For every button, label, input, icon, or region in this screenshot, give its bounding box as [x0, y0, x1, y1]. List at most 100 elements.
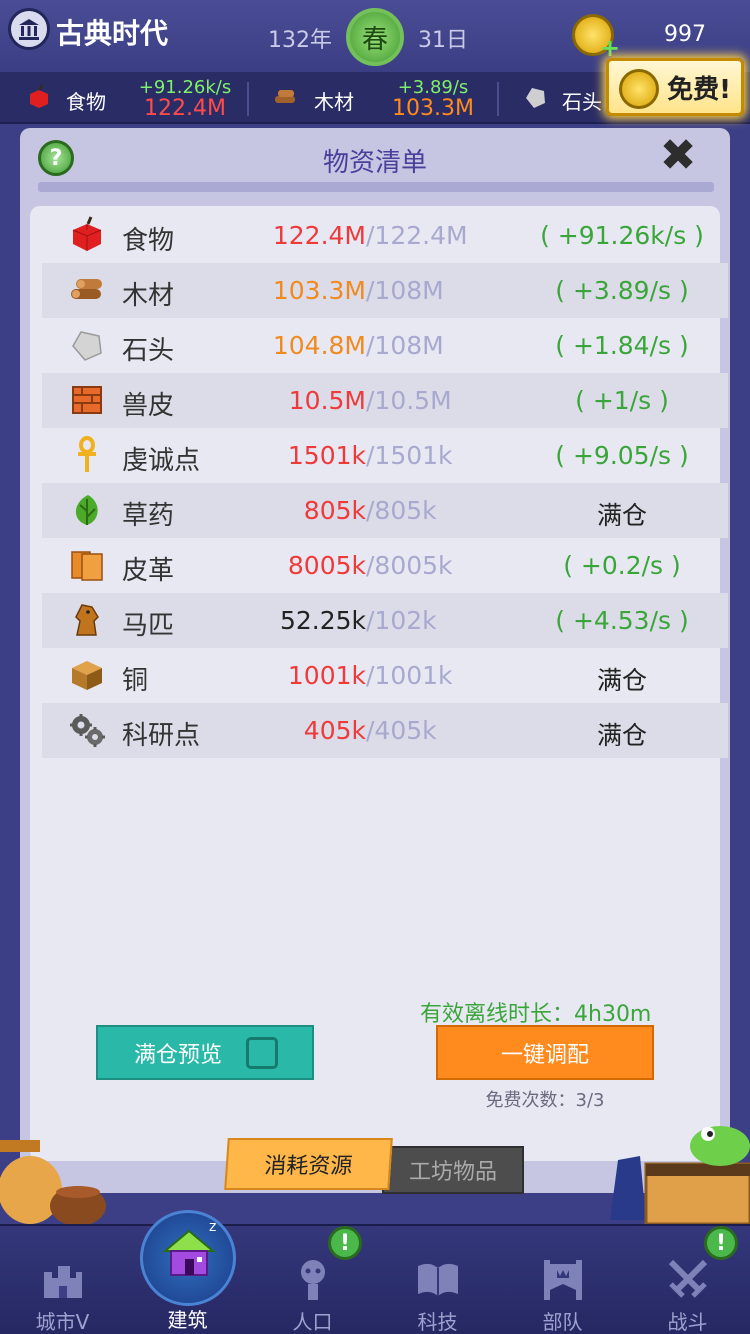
nav-label: 人口 — [292, 1310, 333, 1334]
resource-name: 虔诚点 — [122, 446, 201, 476]
resource-list-panel: ? 物资清单 ✖ 食物 122.4M /122.4M ( +91.26k/s )… — [20, 128, 730, 1193]
resource-current: 1001k — [287, 661, 366, 690]
resource-current: 405k — [303, 716, 366, 745]
apple-icon — [30, 84, 48, 108]
resource-capacity: /108M — [366, 331, 444, 360]
resource-name: 石头 — [122, 336, 175, 366]
list-item: 石头 104.8M /108M ( +1.84/s ) — [42, 318, 728, 373]
preview-checkbox[interactable] — [246, 1037, 278, 1069]
list-item: 虔诚点 1501k /1501k ( +9.05/s ) — [42, 428, 728, 483]
herb-icon — [75, 495, 98, 525]
nav-build-highlight[interactable]: z — [140, 1210, 236, 1306]
panel-title: 物资清单 — [322, 148, 427, 178]
resource-name: 木材 — [314, 90, 354, 114]
resource-current: 103.3M — [272, 276, 366, 305]
book-icon — [418, 1263, 458, 1296]
horse-icon — [75, 604, 99, 636]
resource-capacity: /102k — [366, 606, 437, 635]
resource-rate: 满仓 — [596, 721, 647, 750]
nav-label: 部队 — [542, 1310, 583, 1334]
list-item: 草药 805k /805k 满仓 — [42, 483, 728, 538]
full-storage-preview-toggle[interactable]: 满仓预览 — [96, 1025, 314, 1080]
list-item: 马匹 52.25k /102k ( +4.53/s ) — [42, 593, 728, 648]
nav-label: 科技 — [417, 1310, 458, 1334]
nav-city[interactable]: 城市V — [0, 1226, 125, 1334]
season-badge[interactable]: 春 — [346, 8, 404, 66]
resource-amount: 122.4M — [144, 96, 226, 121]
resource-name: 铜 — [122, 666, 149, 696]
year-label: 132年 — [268, 28, 332, 53]
nav-label: 城市V — [35, 1310, 90, 1334]
resource-wood[interactable]: 木材 +3.89/s 103.3M — [250, 72, 495, 124]
gold-coin-icon — [619, 69, 659, 109]
resource-current: 805k — [303, 496, 366, 525]
resource-capacity: /108M — [366, 276, 444, 305]
resource-current: 10.5M — [288, 386, 366, 415]
tab-consume-resources[interactable]: 消耗资源 — [224, 1138, 393, 1190]
nav-technology[interactable]: 科技 — [375, 1226, 500, 1334]
free-reward-button[interactable]: 免费! — [606, 58, 744, 116]
ankh-icon — [78, 436, 96, 472]
auto-allocate-button[interactable]: 一键调配 — [436, 1025, 654, 1080]
logs-icon — [275, 90, 295, 103]
logs-icon — [71, 279, 102, 299]
resource-stone[interactable]: 石头 — [500, 72, 610, 124]
resource-name: 食物 — [122, 226, 175, 256]
resource-rate: ( +1.84/s ) — [555, 331, 689, 360]
resource-food[interactable]: 食物 +91.26k/s 122.4M — [0, 72, 245, 124]
resource-rate: ( +4.53/s ) — [555, 606, 689, 635]
resource-current: 122.4M — [272, 221, 366, 250]
free-button-label: 免费! — [667, 74, 731, 105]
resource-rate: ( +1/s ) — [575, 386, 669, 415]
battle-alert-badge: ! — [704, 1226, 738, 1260]
frog-crate-decoration — [610, 1126, 750, 1225]
resource-rate: +3.89/s — [397, 77, 469, 98]
resource-amount: 103.3M — [392, 96, 474, 121]
nav-build-label: 建筑 — [167, 1308, 208, 1332]
list-item: 木材 103.3M /108M ( +3.89/s ) — [42, 263, 728, 318]
resource-rate: ( +9.05/s ) — [555, 441, 689, 470]
treasure-sack-decoration — [0, 1140, 106, 1225]
resource-name: 草药 — [122, 501, 175, 531]
resource-capacity: /805k — [366, 496, 437, 525]
era-icon[interactable] — [8, 8, 50, 50]
coin-count: 997 — [664, 22, 706, 47]
list-item: 食物 122.4M /122.4M ( +91.26k/s ) — [42, 208, 728, 263]
close-button[interactable]: ✖ — [656, 134, 700, 180]
list-item: 兽皮 10.5M /10.5M ( +1/s ) — [42, 373, 728, 428]
hide-icon — [72, 386, 102, 414]
apple-icon — [72, 216, 102, 251]
nav-army[interactable]: 部队 — [500, 1226, 625, 1334]
resource-name: 石头 — [562, 90, 602, 114]
banner-icon — [544, 1260, 582, 1300]
resource-rate: ( +91.26k/s ) — [540, 221, 704, 250]
header-divider — [38, 182, 714, 192]
bottom-nav: 城市V 人口 科技 部队 战斗 — [0, 1224, 750, 1334]
resource-capacity: /1501k — [366, 441, 453, 470]
resource-current: 8005k — [287, 551, 366, 580]
resource-name: 木材 — [122, 281, 175, 311]
population-alert-badge: ! — [328, 1226, 362, 1260]
day-label: 31日 — [418, 28, 468, 53]
era-title: 古典时代 — [56, 17, 169, 50]
divider — [247, 82, 249, 116]
swords-icon — [668, 1259, 708, 1298]
list-item: 铜 1001k /1001k 满仓 — [42, 648, 728, 703]
resource-capacity: /8005k — [366, 551, 453, 580]
preview-label: 满仓预览 — [134, 1042, 223, 1068]
resource-capacity: /1001k — [366, 661, 453, 690]
leather-icon — [71, 551, 103, 581]
city-icon — [44, 1266, 82, 1298]
nav-label: 战斗 — [667, 1310, 708, 1334]
resource-current: 52.25k — [279, 606, 366, 635]
resource-rate: 满仓 — [596, 501, 647, 530]
resource-name: 科研点 — [122, 721, 201, 751]
free-uses-count: 免费次数：3/3 — [485, 1090, 605, 1111]
resource-name: 食物 — [66, 90, 106, 114]
gears-icon — [70, 714, 105, 747]
tab-workshop-items[interactable]: 工坊物品 — [382, 1146, 524, 1194]
offline-duration: 有效离线时长：4h30m — [420, 1002, 652, 1027]
copper-icon — [72, 661, 102, 690]
sleep-indicator: z — [209, 1219, 217, 1235]
list-item: 科研点 405k /405k 满仓 — [42, 703, 728, 758]
